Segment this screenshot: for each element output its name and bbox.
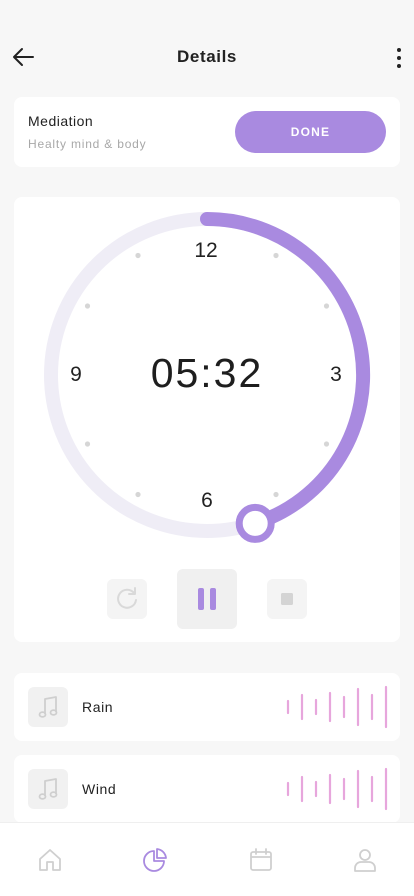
user-icon[interactable] xyxy=(352,847,378,873)
progress-knob[interactable] xyxy=(235,503,275,543)
sound-icon-box xyxy=(28,687,68,727)
done-button[interactable]: DONE xyxy=(235,111,386,153)
tick-dot xyxy=(84,441,91,447)
session-subtitle: Healty mind & body xyxy=(28,137,147,151)
header: Details xyxy=(0,0,414,96)
bottom-tab-bar xyxy=(0,822,414,896)
home-icon[interactable] xyxy=(37,847,63,873)
session-card: Mediation Healty mind & body DONE xyxy=(14,97,400,167)
pie-chart-icon[interactable] xyxy=(142,847,168,873)
sound-wave xyxy=(286,685,388,729)
calendar-icon[interactable] xyxy=(248,847,274,873)
sound-item-wind[interactable]: Wind xyxy=(14,755,400,823)
page-title: Details xyxy=(177,47,237,66)
sound-icon-box xyxy=(28,769,68,809)
stop-button[interactable] xyxy=(267,579,307,619)
sound-label: Wind xyxy=(82,781,117,797)
tick-dot xyxy=(323,441,330,447)
tick-dot xyxy=(273,491,279,498)
restart-button[interactable] xyxy=(107,579,147,619)
session-name: Mediation xyxy=(28,113,94,129)
music-note-icon xyxy=(38,696,58,718)
tick-dot xyxy=(273,252,279,259)
music-note-icon xyxy=(38,778,58,800)
tick-dot xyxy=(135,252,141,259)
stop-icon xyxy=(281,593,293,605)
pause-button[interactable] xyxy=(177,569,237,629)
hour-label-6: 6 xyxy=(201,489,213,512)
more-vertical-icon[interactable] xyxy=(392,46,406,70)
restart-icon xyxy=(117,587,137,609)
sound-label: Rain xyxy=(82,699,114,715)
tick-dot xyxy=(84,303,91,309)
pause-icon xyxy=(198,588,216,610)
timer-readout: 05:32 xyxy=(150,350,264,396)
timer-card: 12 3 6 9 05:32 xyxy=(14,197,400,642)
sound-wave xyxy=(286,767,388,811)
sound-item-rain[interactable]: Rain xyxy=(14,673,400,741)
tick-dot xyxy=(135,491,141,498)
hour-label-12: 12 xyxy=(194,239,218,262)
tick-dot xyxy=(323,303,330,309)
